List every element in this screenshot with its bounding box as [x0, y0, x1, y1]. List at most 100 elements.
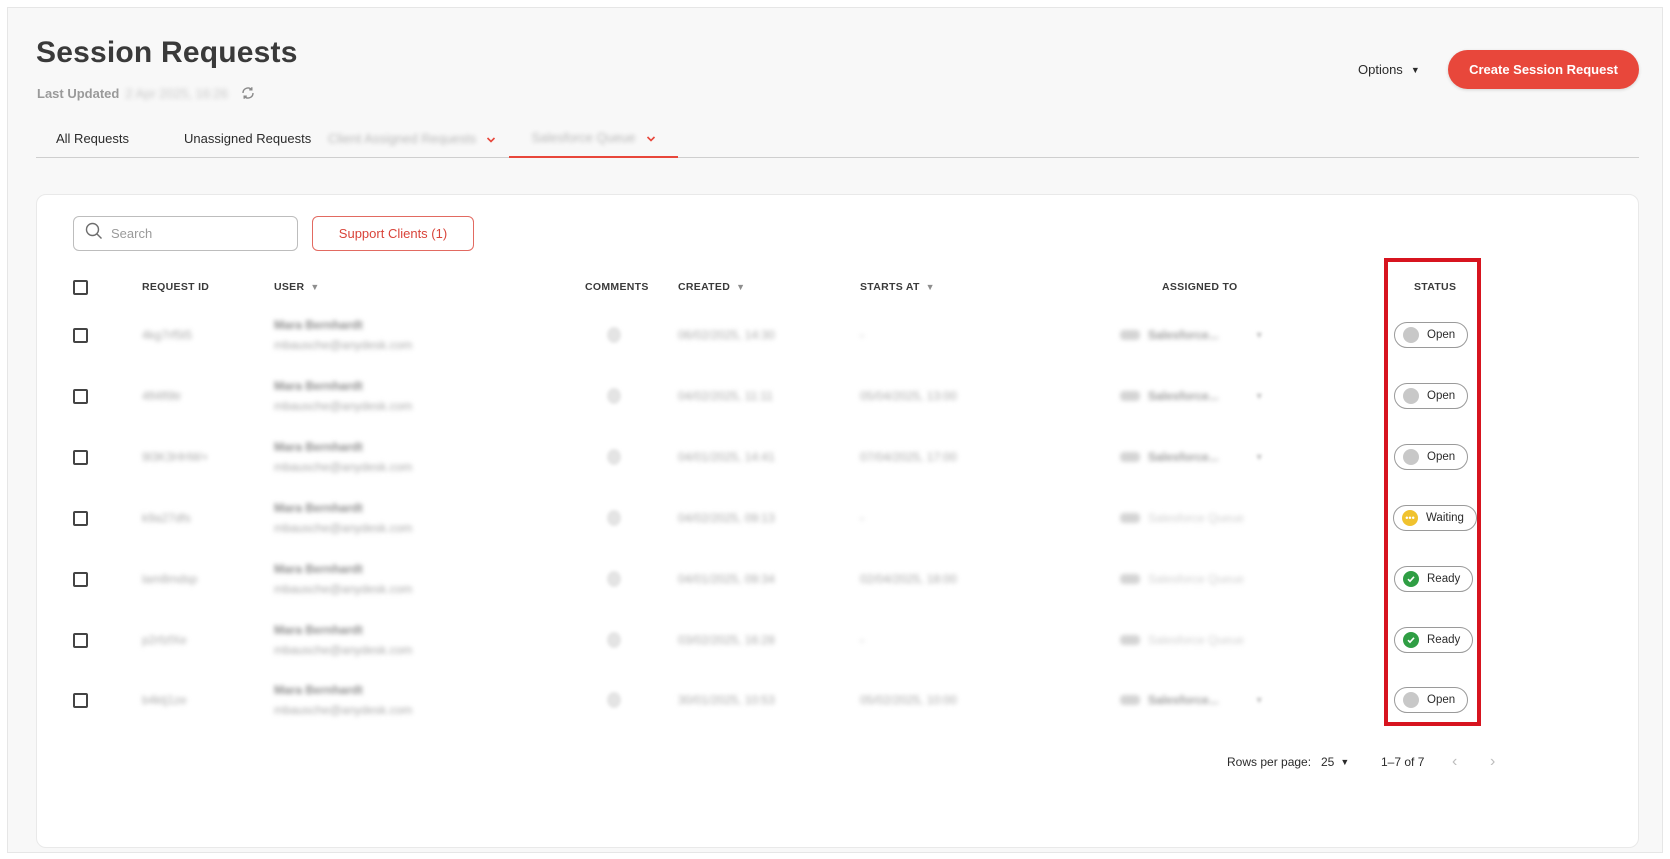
- user-email: mbausche@anydesk.com: [274, 703, 413, 717]
- search-icon: [85, 222, 103, 245]
- status-column-highlight: [1384, 258, 1481, 726]
- row-checkbox[interactable]: [73, 327, 88, 343]
- request-id: 4fl4fl9tr: [142, 389, 182, 403]
- tab-label: Client Assigned Requests: [328, 130, 477, 146]
- caret-down-icon: ▼: [1410, 64, 1420, 75]
- tab-label: Salesforce Queue: [531, 129, 636, 145]
- user-name: Mara Bernhardt: [274, 501, 363, 515]
- column-label: STARTS AT: [860, 281, 920, 293]
- handshake-icon: [1120, 330, 1140, 340]
- comment-icon[interactable]: [607, 692, 621, 708]
- assigned-to-select[interactable]: Salesforce Queue: [1120, 549, 1244, 609]
- comment-cell: [607, 610, 621, 670]
- tab-unassigned-requests[interactable]: Unassigned Requests: [184, 118, 311, 158]
- assigned-to-select[interactable]: Salesforce... ▼: [1120, 670, 1264, 730]
- assignee-name: Salesforce Queue: [1148, 633, 1245, 647]
- user-name: Mara Bernhardt: [274, 562, 363, 576]
- created-date: 06/02/2025, 14:30: [678, 328, 775, 342]
- created-date: 04/01/2025, 09:34: [678, 572, 775, 586]
- comment-cell: [607, 366, 621, 426]
- user-email: mbausche@anydesk.com: [274, 582, 413, 596]
- row-checkbox[interactable]: [73, 692, 88, 708]
- options-menu[interactable]: Options ▼: [1358, 62, 1420, 77]
- caret-down-icon: ▼: [1254, 330, 1264, 340]
- user-cell: Mara Bernhardt mbausche@anydesk.com: [274, 610, 412, 670]
- search-box[interactable]: [73, 216, 298, 251]
- page-title: Session Requests: [36, 36, 298, 69]
- support-clients-button[interactable]: Support Clients (1): [312, 216, 474, 251]
- caret-down-icon: ▼: [1254, 391, 1264, 401]
- comment-cell: [607, 427, 621, 487]
- request-id: 9l3K3HHW+: [142, 450, 209, 464]
- assigned-to-select[interactable]: Salesforce Queue: [1120, 488, 1244, 548]
- comment-icon[interactable]: [607, 571, 621, 587]
- comment-icon[interactable]: [607, 327, 621, 343]
- column-label: CREATED: [678, 281, 731, 293]
- request-id: 4kg7rf5t5: [142, 328, 193, 342]
- user-cell: Mara Bernhardt mbausche@anydesk.com: [274, 670, 412, 730]
- assignee-name: Salesforce Queue: [1148, 572, 1245, 586]
- comment-icon[interactable]: [607, 632, 621, 648]
- tab-all-requests[interactable]: All Requests: [56, 118, 129, 158]
- user-name: Mara Bernhardt: [274, 318, 363, 332]
- user-name: Mara Bernhardt: [274, 440, 363, 454]
- rows-per-page-select[interactable]: 25 ▼: [1321, 750, 1349, 774]
- column-created[interactable]: CREATED ▼: [678, 267, 745, 307]
- comment-cell: [607, 549, 621, 609]
- assigned-to-select[interactable]: Salesforce... ▼: [1120, 305, 1264, 365]
- handshake-icon: [1120, 635, 1140, 645]
- tab-salesforce-queue[interactable]: Salesforce Queue: [509, 118, 678, 158]
- search-input[interactable]: [111, 226, 291, 241]
- user-name: Mara Bernhardt: [274, 379, 363, 393]
- row-checkbox[interactable]: [73, 388, 88, 404]
- rows-per-page-label: Rows per page:: [1227, 755, 1312, 769]
- comment-icon[interactable]: [607, 388, 621, 404]
- create-session-request-button[interactable]: Create Session Request: [1448, 50, 1639, 89]
- column-starts-at[interactable]: STARTS AT ▼: [860, 267, 935, 307]
- app-frame: Session Requests Last Updated 2 Apr 2025…: [7, 7, 1663, 853]
- row-select-cell: [73, 488, 88, 548]
- select-all-checkbox[interactable]: [73, 279, 88, 295]
- comment-icon[interactable]: [607, 510, 621, 526]
- last-updated-value: 2 Apr 2025, 16:26: [125, 85, 228, 101]
- request-id: lam8mdsp: [142, 572, 198, 586]
- starts-at-date: -: [860, 511, 864, 525]
- assigned-to-select[interactable]: Salesforce... ▼: [1120, 366, 1264, 426]
- caret-down-icon: ▼: [1340, 757, 1350, 767]
- sort-down-icon[interactable]: ▼: [926, 282, 935, 292]
- created-date: 30/01/2025, 10:53: [678, 693, 775, 707]
- caret-down-icon: ▼: [1254, 695, 1264, 705]
- column-request-id: REQUEST ID: [142, 267, 209, 307]
- row-select-cell: [73, 549, 88, 609]
- row-checkbox[interactable]: [73, 449, 88, 465]
- user-name: Mara Bernhardt: [274, 683, 363, 697]
- comment-icon[interactable]: [607, 449, 621, 465]
- created-date: 04/02/2025, 09:13: [678, 511, 775, 525]
- assigned-to-select[interactable]: Salesforce... ▼: [1120, 427, 1264, 487]
- chevron-right-icon[interactable]: ›: [1490, 750, 1495, 774]
- column-user[interactable]: USER ▼: [274, 267, 320, 307]
- row-select-cell: [73, 427, 88, 487]
- row-checkbox[interactable]: [73, 571, 88, 587]
- sort-down-icon[interactable]: ▼: [736, 282, 745, 292]
- comment-cell: [607, 488, 621, 548]
- row-checkbox[interactable]: [73, 510, 88, 526]
- user-email: mbausche@anydesk.com: [274, 643, 413, 657]
- assignee-name: Salesforce...: [1148, 693, 1219, 707]
- tab-client-assigned-requests[interactable]: Client Assigned Requests: [328, 118, 496, 158]
- chevron-left-icon[interactable]: ‹: [1452, 750, 1457, 774]
- column-label: ASSIGNED TO: [1162, 281, 1238, 293]
- assignee-name: Salesforce...: [1148, 389, 1219, 403]
- chevron-down-icon: [646, 132, 656, 142]
- refresh-icon[interactable]: [240, 85, 256, 101]
- sort-down-icon[interactable]: ▼: [310, 282, 319, 292]
- row-checkbox[interactable]: [73, 632, 88, 648]
- starts-at-date: 05/02/2025, 10:00: [860, 693, 957, 707]
- assigned-to-select[interactable]: Salesforce Queue: [1120, 610, 1244, 670]
- column-label: REQUEST ID: [142, 281, 210, 293]
- row-select-cell: [73, 610, 88, 670]
- tab-label: All Requests: [56, 130, 129, 146]
- user-email: mbausche@anydesk.com: [274, 399, 413, 413]
- comment-cell: [607, 670, 621, 730]
- handshake-icon: [1120, 452, 1140, 462]
